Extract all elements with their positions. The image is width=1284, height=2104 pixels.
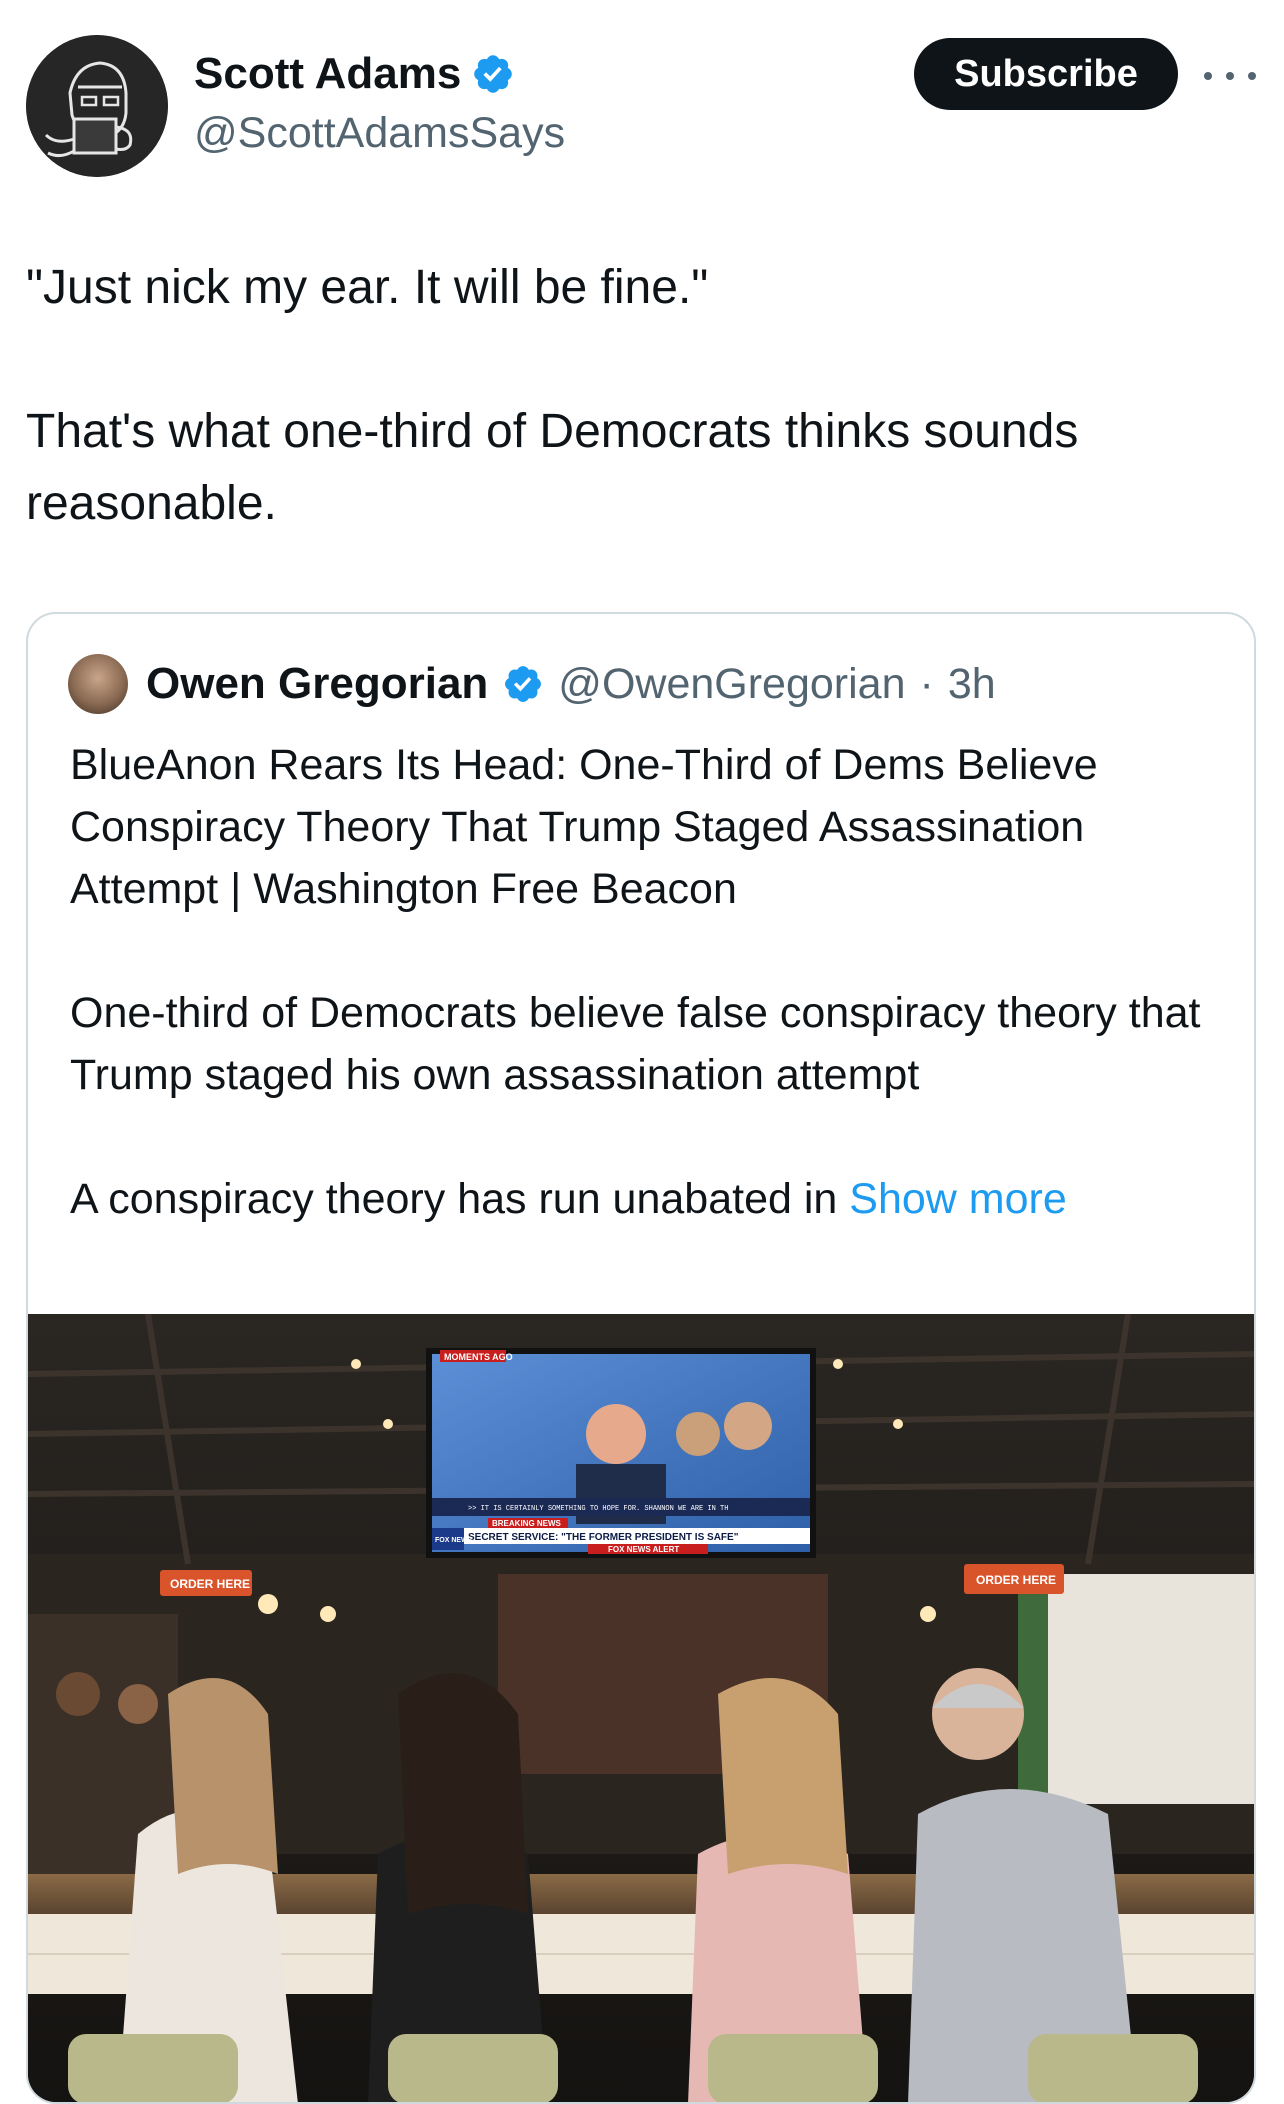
quoted-author-handle[interactable]: @OwenGregorian bbox=[558, 660, 905, 709]
show-more-link[interactable]: Show more bbox=[849, 1175, 1066, 1224]
kitchen-window bbox=[1038, 1574, 1254, 1804]
quoted-headline: BlueAnon Rears Its Head: One-Third of De… bbox=[70, 741, 1098, 913]
tweet-line-comment: That's what one-third of Democrats think… bbox=[26, 405, 1079, 530]
quoted-tweet-body: BlueAnon Rears Its Head: One-Third of De… bbox=[70, 734, 1220, 1230]
verified-badge-icon[interactable] bbox=[471, 52, 515, 96]
restaurant-tv-scene: MOMENTS AGO >> IT IS CERTAINLY SOMETHING… bbox=[28, 1314, 1254, 2102]
author-name-row: Scott Adams bbox=[194, 48, 515, 100]
diner-head bbox=[118, 1684, 158, 1724]
tweet-header: Scott Adams @ScottAdamsSays Subscribe bbox=[0, 0, 1284, 200]
patron-1-hair bbox=[168, 1678, 278, 1874]
tv-breaking: BREAKING NEWS bbox=[492, 1519, 562, 1528]
more-dot bbox=[1248, 72, 1256, 80]
quoted-author-name[interactable]: Owen Gregorian bbox=[146, 659, 488, 709]
order-sign-left-text: ORDER HERE bbox=[170, 1577, 250, 1591]
quoted-summary: One-third of Democrats believe false con… bbox=[70, 989, 1201, 1099]
author-handle[interactable]: @ScottAdamsSays bbox=[194, 108, 565, 158]
time-separator: · bbox=[919, 659, 934, 708]
quoted-tweet-card[interactable]: Owen Gregorian @OwenGregorian · 3h BlueA… bbox=[26, 612, 1256, 2104]
quoted-excerpt: A conspiracy theory has run unabated in bbox=[70, 1175, 838, 1223]
patron-4-head bbox=[932, 1668, 1024, 1760]
order-sign-right-text: ORDER HERE bbox=[976, 1573, 1056, 1587]
tv-headline: SECRET SERVICE: "THE FORMER PRESIDENT IS… bbox=[468, 1532, 739, 1543]
green-pillar bbox=[1018, 1564, 1048, 1824]
tv-tag: MOMENTS AGO bbox=[444, 1352, 513, 1362]
diner-head bbox=[56, 1672, 100, 1716]
tweet-text: "Just nick my ear. It will be fine." Tha… bbox=[26, 252, 1256, 540]
quoted-excerpt-line: A conspiracy theory has run unabated in … bbox=[70, 1168, 1220, 1230]
verified-badge-icon[interactable] bbox=[502, 663, 544, 705]
quoted-author-avatar[interactable] bbox=[68, 654, 128, 714]
avatar-illustration bbox=[26, 35, 168, 177]
more-dot bbox=[1204, 72, 1212, 80]
patron-3-hair bbox=[718, 1678, 848, 1874]
author-avatar[interactable] bbox=[26, 35, 168, 177]
author-name[interactable]: Scott Adams bbox=[194, 48, 461, 100]
tv-figure-head bbox=[586, 1404, 646, 1464]
tv-network: FOX NEWS bbox=[435, 1537, 473, 1544]
tv-alert: FOX NEWS ALERT bbox=[608, 1545, 679, 1554]
tv-agent-head bbox=[676, 1412, 720, 1456]
more-horizontal-icon[interactable] bbox=[1204, 56, 1256, 96]
tv-ticker: >> IT IS CERTAINLY SOMETHING TO HOPE FOR… bbox=[468, 1505, 728, 1513]
tweet-line-quote: "Just nick my ear. It will be fine." bbox=[26, 261, 709, 314]
quoted-timestamp[interactable]: 3h bbox=[948, 660, 996, 709]
more-dot bbox=[1226, 72, 1234, 80]
news-photo[interactable]: MOMENTS AGO >> IT IS CERTAINLY SOMETHING… bbox=[28, 1314, 1254, 2102]
quoted-tweet-header: Owen Gregorian @OwenGregorian · 3h bbox=[68, 654, 996, 714]
patron-2-hair bbox=[398, 1673, 528, 1914]
tv-agent-head bbox=[724, 1402, 772, 1450]
subscribe-button[interactable]: Subscribe bbox=[914, 38, 1178, 110]
